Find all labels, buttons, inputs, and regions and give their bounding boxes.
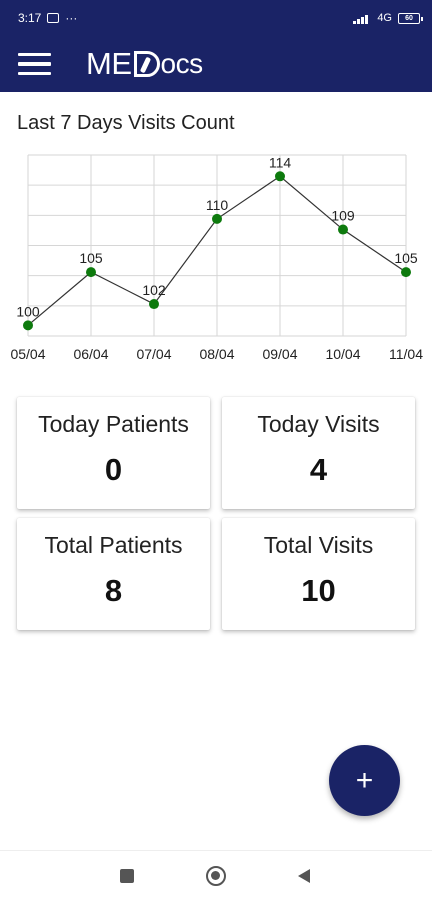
message-icon [47,13,60,23]
status-bar: 3:17 ··· 4G 60 [0,0,432,36]
app-logo: ME ocs [86,46,203,82]
today-visits-card[interactable]: Today Visits 4 [222,397,415,509]
back-icon[interactable] [298,869,310,883]
recent-apps-icon[interactable] [120,869,134,883]
total-patients-card[interactable]: Total Patients 8 [17,518,210,630]
data-label: 109 [331,208,355,224]
data-point [86,267,96,278]
today-visits-value: 4 [309,452,328,487]
data-label: 105 [79,250,103,266]
data-label: 110 [206,197,229,213]
battery-icon: 60 [398,12,423,24]
data-label: 114 [269,154,292,170]
data-point [275,171,285,182]
total-patients-value: 8 [104,573,123,608]
app-bar: ME ocs [0,36,432,92]
chart-svg: 100 105 102 110 114 109 105 05/04 06/04 07/04 08/0… [10,154,423,362]
hamburger-menu-button[interactable] [4,36,64,92]
data-point [149,299,159,310]
x-tick-label: 06/04 [73,346,108,362]
add-button[interactable]: + [329,745,400,816]
x-tick-label: 09/04 [262,346,297,362]
today-patients-card[interactable]: Today Patients 0 [17,397,210,509]
menu-line [17,71,51,76]
today-patients-value: 0 [104,452,123,487]
menu-line [17,52,51,57]
home-icon[interactable] [206,866,226,886]
network-type: 4G [377,12,392,24]
total-visits-label: Total Visits [263,532,374,558]
menu-line [17,62,51,66]
x-tick-label: 07/04 [136,346,171,362]
status-time: 3:17 [18,11,42,25]
logo-d-pen-icon [133,51,160,77]
today-visits-label: Today Visits [257,411,380,437]
data-point [338,224,348,235]
data-point [212,213,222,224]
battery-level: 60 [405,14,413,22]
system-nav-bar [0,850,432,900]
data-point [23,320,33,331]
more-notifications-icon: ··· [65,11,78,25]
x-tick-label: 11/04 [389,346,423,362]
x-tick-label: 10/04 [325,346,360,362]
logo-ocs: ocs [160,48,204,79]
signal-icon [353,13,371,24]
chart-title: Last 7 Days Visits Count [17,112,235,134]
total-patients-label: Total Patients [44,532,183,558]
data-label: 100 [16,303,40,319]
x-tick-label: 08/04 [199,346,234,362]
total-visits-card[interactable]: Total Visits 10 [222,518,415,630]
x-tick-label: 05/04 [10,346,45,362]
data-point [401,267,411,278]
plus-icon: + [355,763,374,797]
visits-line-chart: 100 105 102 110 114 109 105 05/04 06/04 07/04 08/0… [0,140,432,370]
logo-me: ME [86,46,132,81]
today-patients-label: Today Patients [38,411,189,437]
data-label: 105 [394,250,418,266]
total-visits-value: 10 [301,573,336,608]
data-label: 102 [142,282,166,298]
